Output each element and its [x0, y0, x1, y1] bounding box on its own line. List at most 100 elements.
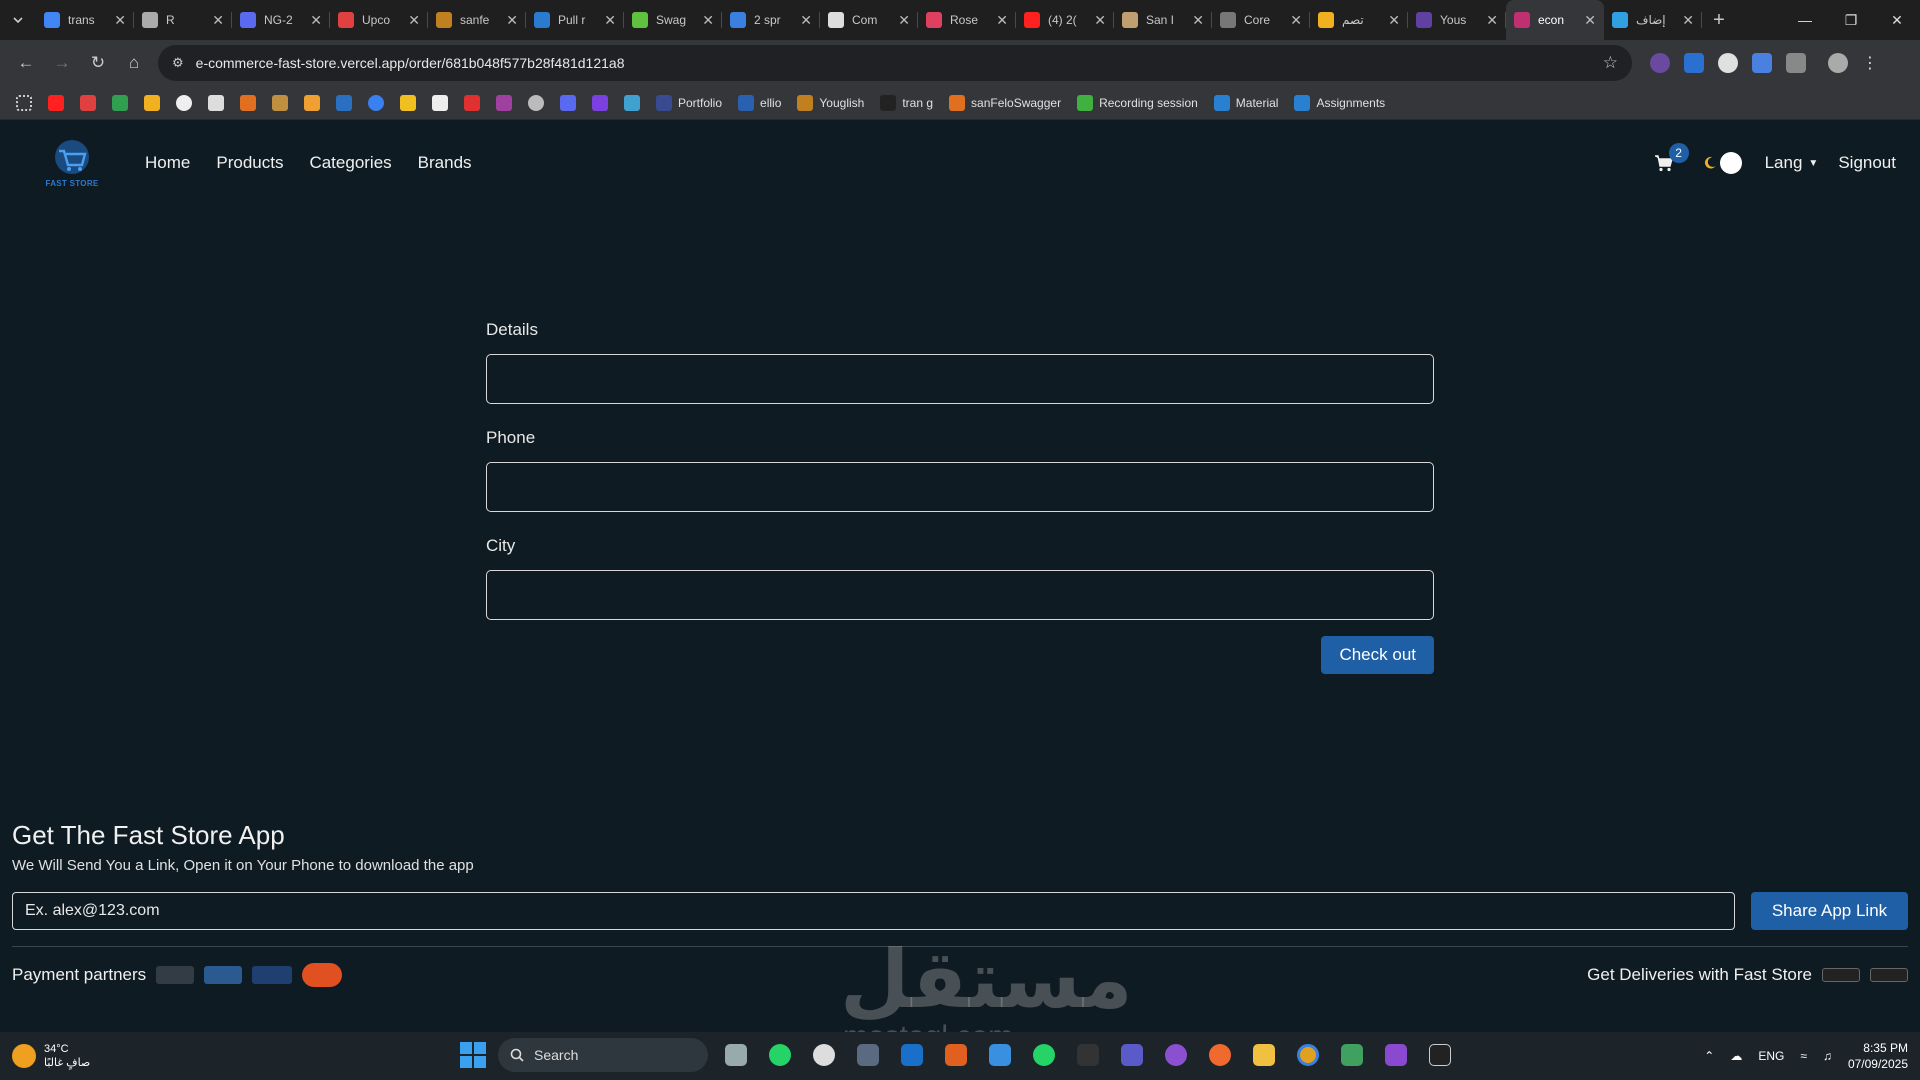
tab-close-icon[interactable]: ✕ [702, 12, 714, 29]
app-icon[interactable] [1424, 1039, 1456, 1071]
bookmark-icon[interactable] [528, 94, 544, 111]
close-icon[interactable]: ✕ [1874, 0, 1920, 40]
tab-close-icon[interactable]: ✕ [898, 12, 910, 29]
bookmark-icon[interactable] [304, 94, 320, 111]
bookmark-icon[interactable] [464, 94, 480, 111]
weather-widget[interactable]: 34°C صافٍ غالبًا [12, 1042, 90, 1070]
input-language[interactable]: ENG [1758, 1049, 1784, 1063]
notepad-icon[interactable] [984, 1039, 1016, 1071]
tab-close-icon[interactable]: ✕ [506, 12, 518, 29]
share-email-input[interactable] [12, 892, 1735, 930]
onedrive-icon[interactable]: ☁ [1730, 1049, 1742, 1063]
bookmark-icon[interactable] [560, 94, 576, 111]
github-icon[interactable] [176, 94, 192, 111]
tab-close-icon[interactable]: ✕ [1682, 12, 1694, 29]
whatsapp-icon[interactable] [1028, 1039, 1060, 1071]
browser-tab[interactable]: San I ✕ [1114, 0, 1212, 40]
app-icon[interactable] [1336, 1039, 1368, 1071]
browser-tab[interactable]: Com ✕ [820, 0, 918, 40]
terminal-icon[interactable] [1072, 1039, 1104, 1071]
dark-mode-toggle[interactable] [1697, 150, 1745, 176]
tab-close-icon[interactable]: ✕ [310, 12, 322, 29]
tab-close-icon[interactable]: ✕ [996, 12, 1008, 29]
file-explorer-icon[interactable] [1248, 1039, 1280, 1071]
cart-button[interactable]: 2 [1651, 143, 1689, 176]
phone-input[interactable] [486, 462, 1434, 512]
bookmark-item[interactable]: tran g [880, 94, 933, 111]
new-tab-button[interactable]: + [1702, 0, 1736, 40]
tab-close-icon[interactable]: ✕ [800, 12, 812, 29]
linkedin-icon[interactable] [336, 94, 352, 111]
kebab-menu-icon[interactable]: ⋮ [1862, 53, 1878, 73]
back-icon[interactable]: ← [8, 45, 44, 81]
translate-icon[interactable] [1752, 53, 1772, 73]
bookmark-icon[interactable] [144, 94, 160, 111]
forward-icon[interactable]: → [44, 45, 80, 81]
bookmark-item[interactable]: ellio [738, 94, 781, 111]
bookmark-icon[interactable] [624, 94, 640, 111]
browser-tab[interactable]: trans ✕ [36, 0, 134, 40]
browser-tab[interactable]: NG-2 ✕ [232, 0, 330, 40]
tab-close-icon[interactable]: ✕ [1584, 12, 1596, 29]
avatar[interactable] [1828, 53, 1848, 73]
tab-close-icon[interactable]: ✕ [1094, 12, 1106, 29]
browser-tab[interactable]: إضاف ✕ [1604, 0, 1702, 40]
app-store-badge[interactable] [1870, 968, 1908, 982]
bookmark-icon[interactable] [208, 94, 224, 111]
nav-products[interactable]: Products [216, 153, 283, 173]
nav-brands[interactable]: Brands [418, 153, 472, 173]
restore-icon[interactable]: ❐ [1828, 0, 1874, 40]
tab-close-icon[interactable]: ✕ [1486, 12, 1498, 29]
minimize-icon[interactable]: — [1782, 0, 1828, 40]
browser-tab[interactable]: تصم ✕ [1310, 0, 1408, 40]
visual-studio-icon[interactable] [1380, 1039, 1412, 1071]
checkout-button[interactable]: Check out [1321, 636, 1434, 674]
tab-close-icon[interactable]: ✕ [408, 12, 420, 29]
signout-link[interactable]: Signout [1838, 153, 1896, 173]
site-info-icon[interactable]: ⚙ [172, 55, 184, 71]
office-icon[interactable] [940, 1039, 972, 1071]
youtube-icon[interactable] [48, 94, 64, 111]
bookmark-item[interactable]: sanFeloSwagger [949, 94, 1061, 111]
share-app-link-button[interactable]: Share App Link [1751, 892, 1908, 930]
taskbar-search[interactable]: Search [498, 1038, 708, 1072]
extension-icon[interactable] [1650, 53, 1670, 73]
chrome-icon[interactable] [1292, 1039, 1324, 1071]
tab-close-icon[interactable]: ✕ [1388, 12, 1400, 29]
browser-tab[interactable]: Core ✕ [1212, 0, 1310, 40]
outlook-icon[interactable] [896, 1039, 928, 1071]
puzzle-icon[interactable] [1786, 53, 1806, 73]
messenger-icon[interactable] [368, 94, 384, 111]
extension-icon[interactable] [1718, 53, 1738, 73]
bookmark-item[interactable]: Portfolio [656, 94, 722, 111]
windows-start-icon[interactable] [460, 1042, 486, 1068]
chevron-up-icon[interactable]: ⌃ [1704, 1049, 1714, 1063]
drive-icon[interactable] [112, 94, 128, 111]
bookmark-icon[interactable] [240, 94, 256, 111]
browser-tab[interactable]: Swag ✕ [624, 0, 722, 40]
google-play-badge[interactable] [1822, 968, 1860, 982]
browser-tab[interactable]: sanfe ✕ [428, 0, 526, 40]
browser-tab[interactable]: econ ✕ [1506, 0, 1604, 40]
bootstrap-icon[interactable] [592, 94, 608, 111]
tab-close-icon[interactable]: ✕ [604, 12, 616, 29]
task-view-icon[interactable] [720, 1039, 752, 1071]
nav-home[interactable]: Home [145, 153, 190, 173]
notion-icon[interactable] [432, 94, 448, 111]
postman-icon[interactable] [1204, 1039, 1236, 1071]
browser-tab[interactable]: R ✕ [134, 0, 232, 40]
tab-close-icon[interactable]: ✕ [212, 12, 224, 29]
browser-tab[interactable]: Yous ✕ [1408, 0, 1506, 40]
browser-tab[interactable]: (4) 2(✕ [1016, 0, 1114, 40]
slack-icon[interactable] [496, 94, 512, 111]
whatsapp-icon[interactable] [764, 1039, 796, 1071]
calculator-icon[interactable] [852, 1039, 884, 1071]
bookmark-item[interactable]: Youglish [797, 94, 864, 111]
wifi-icon[interactable]: ≈ [1800, 1049, 1807, 1063]
city-input[interactable] [486, 570, 1434, 620]
media-player-icon[interactable] [808, 1039, 840, 1071]
teams-icon[interactable] [1116, 1039, 1148, 1071]
language-dropdown[interactable]: Lang ▼ [1765, 153, 1819, 173]
address-bar[interactable]: ⚙ e-commerce-fast-store.vercel.app/order… [158, 45, 1632, 81]
bookmark-item[interactable]: Recording session [1077, 94, 1198, 111]
